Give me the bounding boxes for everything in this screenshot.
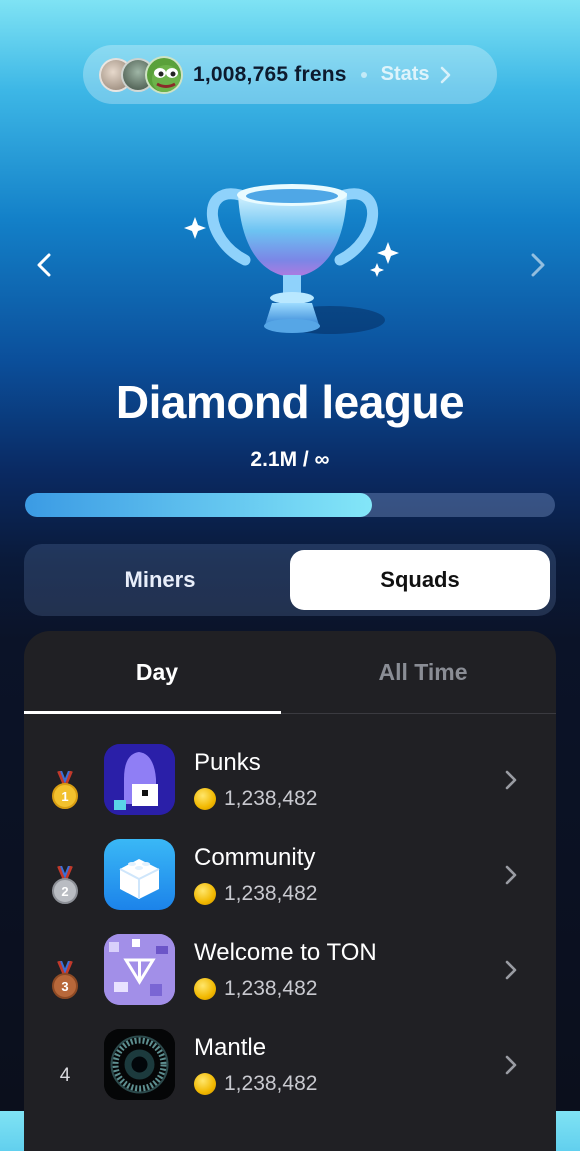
rank-badge: 4 xyxy=(50,1051,80,1101)
squad-score: 1,238,482 xyxy=(194,1072,317,1096)
squad-score-value: 1,238,482 xyxy=(224,1072,318,1095)
next-league-button[interactable] xyxy=(522,250,552,280)
league-title: Diamond league xyxy=(115,376,465,428)
squad-name: Welcome to TON xyxy=(194,939,377,966)
squad-name: Mantle xyxy=(194,1034,267,1061)
tab-day[interactable]: Day xyxy=(24,631,290,713)
squad-score-value: 1,238,482 xyxy=(224,787,318,810)
bronze-medal-icon: 3 xyxy=(52,961,78,999)
trophy-icon xyxy=(184,184,399,334)
league-progress-fill xyxy=(25,493,373,517)
list-item[interactable]: 4 Mantle 1,238,482 xyxy=(24,1029,556,1124)
blocks-icon xyxy=(104,839,175,910)
avatar xyxy=(145,55,183,94)
squad-score: 1,238,482 xyxy=(194,882,317,906)
rank-badge: 1 xyxy=(50,766,80,816)
league-progress-text: 2.1M / ∞ xyxy=(250,448,330,471)
chevron-right-icon xyxy=(505,1055,517,1075)
chevron-right-icon xyxy=(505,865,517,885)
separator-dot xyxy=(360,71,367,78)
squad-score-value: 1,238,482 xyxy=(224,977,318,1000)
rank-badge: 2 xyxy=(50,861,80,911)
tab-miners[interactable]: Miners xyxy=(30,550,290,610)
mantle-icon xyxy=(104,1029,175,1100)
miners-squads-toggle: Miners Squads xyxy=(24,544,556,616)
active-tab-indicator xyxy=(24,711,281,714)
chevron-right-icon xyxy=(505,770,517,790)
stats-link[interactable]: Stats xyxy=(381,63,430,86)
coin-icon xyxy=(194,978,216,1000)
tab-all-time[interactable]: All Time xyxy=(290,631,556,713)
league-progress-bar xyxy=(25,493,555,517)
svg-text:2: 2 xyxy=(61,884,68,899)
punk-icon xyxy=(104,744,175,815)
svg-text:1: 1 xyxy=(61,789,68,804)
coin-icon xyxy=(194,788,216,810)
squad-score: 1,238,482 xyxy=(194,787,317,811)
gold-medal-icon: 1 xyxy=(52,771,78,809)
rank-badge: 3 xyxy=(50,956,80,1006)
squad-name: Community xyxy=(194,844,316,871)
list-item[interactable]: 2 Community 1,238,482 xyxy=(24,839,556,934)
frens-count: 1,008,765 frens xyxy=(193,62,347,86)
frens-stats-pill[interactable]: 1,008,765 frens Stats xyxy=(83,45,497,104)
avatar-stack xyxy=(99,55,183,95)
squad-score-value: 1,238,482 xyxy=(224,882,318,905)
squad-name: Punks xyxy=(194,749,261,776)
tab-squads[interactable]: Squads xyxy=(290,550,550,610)
period-tabs: Day All Time xyxy=(24,631,556,714)
squad-score: 1,238,482 xyxy=(194,977,317,1001)
ton-icon xyxy=(104,934,175,1005)
coin-icon xyxy=(194,1073,216,1095)
leaderboard-panel: Day All Time 1 Punks 1,238,482 2 Communi… xyxy=(24,631,556,1151)
coin-icon xyxy=(194,883,216,905)
svg-text:3: 3 xyxy=(61,979,68,994)
chevron-right-icon xyxy=(440,66,450,83)
previous-league-button[interactable] xyxy=(30,250,60,280)
list-item[interactable]: 3 Welcome to TON 1,238,482 xyxy=(24,934,556,1029)
silver-medal-icon: 2 xyxy=(52,866,78,904)
chevron-right-icon xyxy=(505,960,517,980)
rank-number: 4 xyxy=(59,1065,71,1086)
list-item[interactable]: 1 Punks 1,238,482 xyxy=(24,744,556,839)
